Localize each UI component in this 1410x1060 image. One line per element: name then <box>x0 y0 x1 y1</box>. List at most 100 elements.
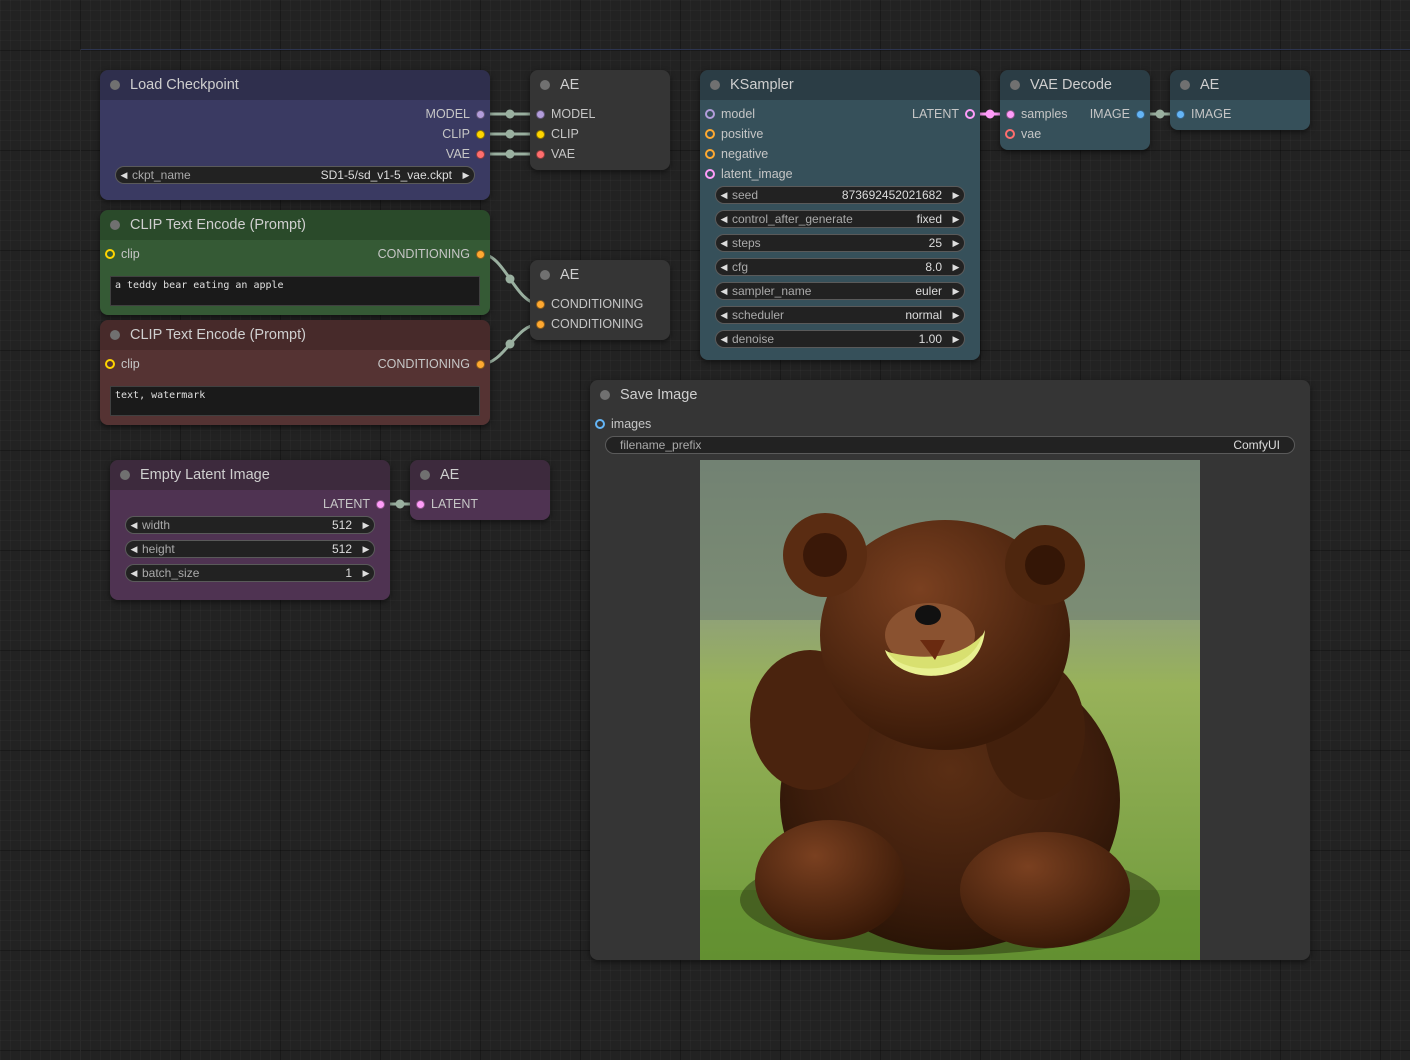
node-empty-latent-image[interactable]: Empty Latent Image LATENT ◀ width 512 ▶ … <box>110 460 390 600</box>
node-header[interactable]: VAE Decode <box>1000 70 1150 100</box>
node-clip-text-encode-positive[interactable]: CLIP Text Encode (Prompt) clip CONDITION… <box>100 210 490 315</box>
node-header[interactable]: Load Checkpoint <box>100 70 490 100</box>
node-ae-latent[interactable]: AE LATENT <box>410 460 550 520</box>
increment-arrow-icon[interactable]: ▶ <box>948 286 964 297</box>
collapse-dot-icon[interactable] <box>110 80 120 90</box>
decrement-arrow-icon[interactable]: ◀ <box>716 214 732 225</box>
slot-dot-icon[interactable] <box>536 299 545 309</box>
input-slot-samples[interactable]: samples <box>1006 104 1068 124</box>
slot-dot-icon[interactable] <box>1176 109 1185 119</box>
output-slot-image[interactable]: IMAGE <box>1090 104 1145 124</box>
widget-cfg[interactable]: ◀ cfg 8.0 ▶ <box>715 258 965 276</box>
slot-ring-icon[interactable] <box>1005 129 1015 139</box>
widget-width[interactable]: ◀ width 512 ▶ <box>125 516 375 534</box>
node-ae-model-clip-vae[interactable]: AE MODEL CLIP VAE <box>530 70 670 170</box>
collapse-dot-icon[interactable] <box>600 390 610 400</box>
output-slot-clip[interactable]: CLIP <box>442 124 485 144</box>
node-header[interactable]: CLIP Text Encode (Prompt) <box>100 320 490 350</box>
node-header[interactable]: KSampler <box>700 70 980 100</box>
combo-ckpt-name[interactable]: ◀ ckpt_name SD1-5/sd_v1-5_vae.ckpt ▶ <box>115 166 475 184</box>
increment-arrow-icon[interactable]: ▶ <box>948 190 964 201</box>
increment-arrow-icon[interactable]: ▶ <box>948 334 964 345</box>
widget-scheduler[interactable]: ◀ scheduler normal ▶ <box>715 306 965 324</box>
decrement-arrow-icon[interactable]: ◀ <box>716 286 732 297</box>
widget-sampler-name[interactable]: ◀ sampler_name euler ▶ <box>715 282 965 300</box>
input-slot-negative[interactable]: negative <box>705 144 768 164</box>
node-header[interactable]: AE <box>530 260 670 290</box>
output-slot-latent[interactable]: LATENT <box>323 494 385 514</box>
slot-dot-icon[interactable] <box>476 129 485 139</box>
input-slot-latent[interactable]: LATENT <box>416 494 478 514</box>
node-clip-text-encode-negative[interactable]: CLIP Text Encode (Prompt) clip CONDITION… <box>100 320 490 425</box>
node-header[interactable]: Empty Latent Image <box>110 460 390 490</box>
slot-ring-icon[interactable] <box>705 149 715 159</box>
slot-dot-icon[interactable] <box>536 109 545 119</box>
decrement-arrow-icon[interactable]: ◀ <box>126 568 142 579</box>
slot-dot-icon[interactable] <box>1136 109 1145 119</box>
input-slot-model[interactable]: MODEL <box>536 104 595 124</box>
widget-steps[interactable]: ◀ steps 25 ▶ <box>715 234 965 252</box>
increment-arrow-icon[interactable]: ▶ <box>358 520 374 531</box>
image-preview[interactable] <box>700 460 1200 960</box>
node-load-checkpoint[interactable]: Load Checkpoint MODEL CLIP VAE ◀ ckpt_na… <box>100 70 490 200</box>
input-slot-clip[interactable]: CLIP <box>536 124 579 144</box>
decrement-arrow-icon[interactable]: ◀ <box>716 334 732 345</box>
collapse-dot-icon[interactable] <box>120 470 130 480</box>
increment-arrow-icon[interactable]: ▶ <box>948 238 964 249</box>
slot-ring-icon[interactable] <box>105 359 115 369</box>
collapse-dot-icon[interactable] <box>1010 80 1020 90</box>
slot-ring-icon[interactable] <box>965 109 975 119</box>
input-slot-positive[interactable]: positive <box>705 124 763 144</box>
decrement-arrow-icon[interactable]: ◀ <box>126 520 142 531</box>
increment-arrow-icon[interactable]: ▶ <box>948 214 964 225</box>
node-header[interactable]: Save Image <box>590 380 1310 410</box>
node-graph-canvas[interactable]: Load Checkpoint MODEL CLIP VAE ◀ ckpt_na… <box>0 0 1410 1060</box>
input-slot-clip[interactable]: clip <box>105 244 140 264</box>
collapse-dot-icon[interactable] <box>110 330 120 340</box>
slot-dot-icon[interactable] <box>536 319 545 329</box>
node-vae-decode[interactable]: VAE Decode samples vae IMAGE <box>1000 70 1150 150</box>
collapse-dot-icon[interactable] <box>110 220 120 230</box>
slot-dot-icon[interactable] <box>536 129 545 139</box>
node-header[interactable]: AE <box>1170 70 1310 100</box>
increment-arrow-icon[interactable]: ▶ <box>948 262 964 273</box>
decrement-arrow-icon[interactable]: ◀ <box>716 238 732 249</box>
node-header[interactable]: CLIP Text Encode (Prompt) <box>100 210 490 240</box>
slot-dot-icon[interactable] <box>536 149 545 159</box>
slot-dot-icon[interactable] <box>476 149 485 159</box>
slot-dot-icon[interactable] <box>476 359 485 369</box>
slot-ring-icon[interactable] <box>595 419 605 429</box>
node-header[interactable]: AE <box>410 460 550 490</box>
decrement-arrow-icon[interactable]: ◀ <box>716 262 732 273</box>
node-ae-conditioning[interactable]: AE CONDITIONING CONDITIONING <box>530 260 670 340</box>
input-slot-model[interactable]: model <box>705 104 755 124</box>
collapse-dot-icon[interactable] <box>710 80 720 90</box>
output-slot-conditioning[interactable]: CONDITIONING <box>378 244 485 264</box>
input-slot-conditioning[interactable]: CONDITIONING <box>536 294 643 314</box>
slot-ring-icon[interactable] <box>705 129 715 139</box>
widget-seed[interactable]: ◀ seed 873692452021682 ▶ <box>715 186 965 204</box>
slot-ring-icon[interactable] <box>705 109 715 119</box>
collapse-dot-icon[interactable] <box>1180 80 1190 90</box>
input-slot-images[interactable]: images <box>595 414 651 434</box>
prompt-text-field[interactable]: a teddy bear eating an apple <box>110 276 480 306</box>
input-slot-conditioning[interactable]: CONDITIONING <box>536 314 643 334</box>
output-slot-vae[interactable]: VAE <box>446 144 485 164</box>
node-header[interactable]: AE <box>530 70 670 100</box>
prompt-text-field[interactable]: text, watermark <box>110 386 480 416</box>
widget-height[interactable]: ◀ height 512 ▶ <box>125 540 375 558</box>
collapse-dot-icon[interactable] <box>420 470 430 480</box>
widget-control-after-generate[interactable]: ◀ control_after_generate fixed ▶ <box>715 210 965 228</box>
input-slot-image[interactable]: IMAGE <box>1176 104 1231 124</box>
decrement-arrow-icon[interactable]: ◀ <box>126 544 142 555</box>
increment-arrow-icon[interactable]: ▶ <box>458 170 474 181</box>
slot-dot-icon[interactable] <box>476 109 485 119</box>
increment-arrow-icon[interactable]: ▶ <box>358 568 374 579</box>
increment-arrow-icon[interactable]: ▶ <box>358 544 374 555</box>
decrement-arrow-icon[interactable]: ◀ <box>716 310 732 321</box>
node-save-image[interactable]: Save Image images filename_prefix ComfyU… <box>590 380 1310 960</box>
slot-ring-icon[interactable] <box>105 249 115 259</box>
collapse-dot-icon[interactable] <box>540 80 550 90</box>
decrement-arrow-icon[interactable]: ◀ <box>716 190 732 201</box>
collapse-dot-icon[interactable] <box>540 270 550 280</box>
